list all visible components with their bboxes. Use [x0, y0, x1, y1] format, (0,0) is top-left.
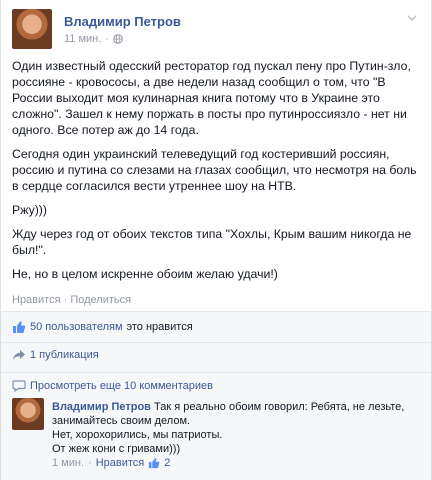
thumbs-up-icon: [13, 321, 26, 333]
divider: [1, 342, 431, 343]
post-header: Владимир Петров 11 мин. ·: [12, 9, 421, 49]
globe-icon: [113, 34, 123, 44]
comment-line: Так я реально обоим говорил: Ребята, не …: [154, 401, 405, 413]
comment-like-link[interactable]: Нравится: [96, 457, 145, 469]
comment-line: занимайтесь своим делом.: [52, 415, 191, 427]
comment: Владимир Петров Так я реально обоим гово…: [12, 398, 421, 478]
post-meta: 11 мин. ·: [64, 33, 123, 45]
post-actions: Нравится · Поделиться: [12, 294, 132, 306]
comment-body: Владимир Петров Так я реально обоим гово…: [52, 400, 422, 456]
post-paragraph: Жду через год от обоих текстов типа "Хох…: [12, 227, 412, 257]
chevron-down-icon[interactable]: [405, 11, 419, 25]
divider: [1, 372, 431, 373]
post-paragraph: Один известный одесский ресторатор год п…: [12, 59, 411, 137]
shares-count[interactable]: 1 публикация: [30, 349, 99, 361]
like-link[interactable]: Нравится: [12, 294, 61, 306]
comment-line: От жеж кони с гривами))): [52, 443, 181, 455]
share-arrow-icon: [13, 350, 25, 360]
shares-summary[interactable]: 1 публикация: [12, 349, 99, 361]
post-paragraph: Ржу))): [12, 203, 47, 217]
post-card: Владимир Петров 11 мин. · Один известный…: [0, 0, 432, 480]
post-paragraph: Сегодня один украинский телеведущий год …: [12, 147, 417, 193]
post-time[interactable]: 11 мин.: [64, 33, 101, 45]
comment-avatar[interactable]: [12, 398, 44, 430]
comment-line: Нет, хорохорились, мы патриоты.: [52, 429, 223, 441]
view-more-comments[interactable]: Просмотреть еще 10 комментариев: [12, 380, 213, 392]
post-paragraph: Не, но в целом искренне обоим желаю удач…: [12, 267, 278, 281]
comment-meta: 1 мин. · Нравится 2: [52, 457, 171, 469]
comment-author[interactable]: Владимир Петров: [52, 401, 151, 413]
author-avatar[interactable]: [12, 9, 52, 49]
post-text: Один известный одесский ресторатор год п…: [12, 58, 424, 290]
author-name[interactable]: Владимир Петров: [64, 14, 181, 29]
likes-count[interactable]: 50 пользователям: [30, 321, 123, 333]
share-link[interactable]: Поделиться: [70, 294, 131, 306]
view-more-comments-label[interactable]: Просмотреть еще 10 комментариев: [30, 380, 213, 392]
likes-summary: 50 пользователям это нравится: [12, 320, 193, 334]
comment-like-count[interactable]: 2: [164, 457, 170, 469]
speech-bubble-icon: [12, 380, 26, 392]
likes-text: это нравится: [126, 321, 193, 333]
thumbs-up-icon: [149, 458, 160, 469]
comment-time[interactable]: 1 мин.: [52, 457, 84, 469]
